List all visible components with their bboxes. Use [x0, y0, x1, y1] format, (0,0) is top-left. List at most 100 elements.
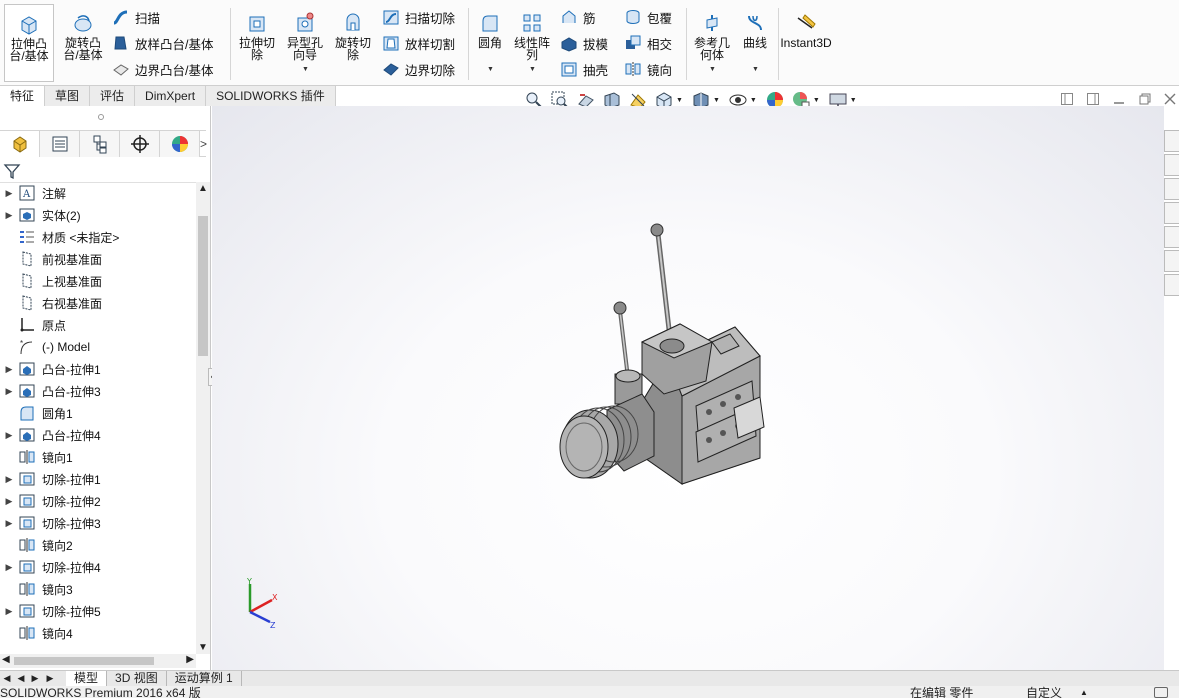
panel-expand-icon[interactable]: > — [200, 131, 207, 156]
task-pane-custom-properties-icon[interactable] — [1164, 250, 1179, 272]
curves-dropdown-icon[interactable]: ▼ — [752, 64, 759, 76]
fillet-button[interactable]: 圆角 ▼ — [472, 4, 508, 82]
scroll-right-icon[interactable]: ▶ — [186, 654, 194, 665]
tab-dimxpert[interactable]: DimXpert — [135, 86, 207, 106]
revolve-boss-button[interactable]: 旋转凸 台/基体 — [58, 4, 108, 82]
draft-button[interactable]: 拔模 — [560, 33, 608, 53]
revolve-cut-button[interactable]: 旋转切 除 — [330, 4, 376, 82]
scroll-thumb[interactable] — [198, 216, 208, 356]
task-pane-home-icon[interactable] — [1164, 130, 1179, 152]
task-pane-view-palette-icon[interactable] — [1164, 202, 1179, 224]
tree-node[interactable]: 镜向4 — [0, 622, 196, 644]
tree-horizontal-scrollbar[interactable]: ◀ ▶ — [0, 654, 196, 668]
shell-button[interactable]: 抽壳 — [560, 59, 608, 79]
expand-arrow-icon[interactable]: ▶ — [0, 386, 18, 397]
status-help-icon[interactable] — [1154, 687, 1168, 698]
expand-arrow-icon[interactable]: ▶ — [0, 188, 18, 199]
tab-dimxpert-manager[interactable] — [120, 131, 160, 157]
scroll-up-icon[interactable]: ▲ — [198, 183, 208, 194]
tree-node[interactable]: 原点 — [0, 314, 196, 336]
tab-nav-next-icon[interactable]: ▶ — [28, 673, 42, 684]
tab-property-manager[interactable] — [40, 131, 80, 157]
boundary-boss-button[interactable]: 边界凸台/基体 — [112, 59, 213, 79]
minimize-icon[interactable] — [1112, 92, 1126, 106]
tab-motion-study-1[interactable]: 运动算例 1 — [166, 671, 242, 686]
linear-pattern-dropdown-icon[interactable]: ▼ — [529, 64, 536, 76]
tab-nav-prev-icon[interactable]: ◀ — [14, 673, 28, 684]
tab-sketch[interactable]: 草图 — [45, 86, 91, 106]
tree-node[interactable]: 圆角1 — [0, 402, 196, 424]
linear-pattern-button[interactable]: 线性阵 列 ▼ — [510, 4, 554, 82]
expand-arrow-icon[interactable]: ▶ — [0, 496, 18, 507]
tree-node[interactable]: 镜向1 — [0, 446, 196, 468]
expand-arrow-icon[interactable]: ▶ — [0, 430, 18, 441]
tree-node[interactable]: ▶ A 注解 — [0, 182, 196, 204]
hole-wizard-dropdown-icon[interactable]: ▼ — [302, 64, 309, 76]
swept-cut-button[interactable]: 扫描切除 — [382, 7, 455, 27]
loft-boss-button[interactable]: 放样凸台/基体 — [112, 33, 213, 53]
tree-node[interactable]: ▶ 凸台-拉伸1 — [0, 358, 196, 380]
tree-node[interactable]: * (-) Model — [0, 336, 196, 358]
tree-node[interactable]: ▶ 切除-拉伸3 — [0, 512, 196, 534]
sweep-button[interactable]: 扫描 — [112, 7, 160, 27]
tree-node[interactable]: 镜向2 — [0, 534, 196, 556]
wrap-button[interactable]: 包覆 — [624, 7, 672, 27]
hide-show-dropdown-icon[interactable]: ▼ — [750, 97, 757, 104]
view-orientation-dropdown-icon[interactable]: ▼ — [676, 97, 683, 104]
extrude-cut-button[interactable]: 拉伸切 除 — [234, 4, 280, 82]
tree-node[interactable]: ▶ 凸台-拉伸3 — [0, 380, 196, 402]
curves-button[interactable]: 曲线 ▼ — [736, 4, 774, 82]
status-custom-units[interactable]: 自定义 — [1026, 686, 1062, 698]
tab-evaluate[interactable]: 评估 — [90, 86, 136, 106]
task-pane-design-library-icon[interactable] — [1164, 154, 1179, 176]
tree-node[interactable]: ▶ 切除-拉伸4 — [0, 556, 196, 578]
tab-3d-views[interactable]: 3D 视图 — [107, 671, 167, 686]
hscroll-thumb[interactable] — [14, 657, 154, 665]
tab-solidworks-addins[interactable]: SOLIDWORKS 插件 — [206, 86, 336, 106]
tile-left-icon[interactable] — [1060, 92, 1074, 106]
scroll-left-icon[interactable]: ◀ — [2, 654, 10, 665]
instant3d-button[interactable]: Instant3D — [780, 4, 832, 82]
tab-nav-last-icon[interactable]: ▶ — [42, 673, 58, 684]
scroll-down-icon[interactable]: ▼ — [198, 642, 208, 653]
expand-arrow-icon[interactable]: ▶ — [0, 562, 18, 573]
graphics-area[interactable]: Y X Z — [212, 106, 1164, 670]
tree-node[interactable]: ▶ 凸台-拉伸4 — [0, 424, 196, 446]
expand-arrow-icon[interactable]: ▶ — [0, 606, 18, 617]
restore-icon[interactable] — [1138, 92, 1152, 106]
view-settings-dropdown-icon[interactable]: ▼ — [850, 97, 857, 104]
tree-node[interactable]: ▶ 切除-拉伸2 — [0, 490, 196, 512]
task-pane-forum-icon[interactable] — [1164, 274, 1179, 296]
filter-icon[interactable] — [3, 162, 21, 180]
tree-filter[interactable] — [0, 159, 206, 183]
tab-display-manager[interactable] — [160, 131, 200, 157]
tree-node[interactable]: 材质 <未指定> — [0, 226, 196, 248]
tree-node[interactable]: ▶ 切除-拉伸1 — [0, 468, 196, 490]
tab-model[interactable]: 模型 — [66, 671, 108, 686]
fillet-dropdown-icon[interactable]: ▼ — [487, 64, 494, 76]
tree-node[interactable]: 镜向3 — [0, 578, 196, 600]
tree-node[interactable]: ▶ 实体(2) — [0, 204, 196, 226]
tab-configuration-manager[interactable] — [80, 131, 120, 157]
tree-node[interactable]: ▶ 切除-拉伸5 — [0, 600, 196, 622]
task-pane-file-explorer-icon[interactable] — [1164, 178, 1179, 200]
tree-node[interactable]: 右视基准面 — [0, 292, 196, 314]
intersect-button[interactable]: 相交 — [624, 33, 672, 53]
expand-arrow-icon[interactable]: ▶ — [0, 474, 18, 485]
tree-vertical-scrollbar[interactable]: ▲ ▼ — [196, 182, 210, 654]
boundary-cut-button[interactable]: 边界切除 — [382, 59, 455, 79]
tab-nav-first-icon[interactable]: ◀ — [0, 673, 14, 684]
apply-scene-dropdown-icon[interactable]: ▼ — [813, 97, 820, 104]
panel-splitter-dot[interactable] — [98, 114, 104, 120]
lofted-cut-button[interactable]: 放样切割 — [382, 33, 455, 53]
expand-arrow-icon[interactable]: ▶ — [0, 210, 18, 221]
tab-features[interactable]: 特征 — [0, 86, 46, 106]
reference-geometry-button[interactable]: 参考几 何体 ▼ — [690, 4, 734, 82]
hole-wizard-button[interactable]: 异型孔 向导 ▼ — [282, 4, 328, 82]
tab-feature-manager[interactable] — [0, 131, 40, 157]
tree-node[interactable]: 前视基准面 — [0, 248, 196, 270]
tile-right-icon[interactable] — [1086, 92, 1100, 106]
extrude-boss-button[interactable]: 拉伸凸 台/基体 — [4, 4, 54, 82]
units-dropdown-icon[interactable]: ▲ — [1080, 686, 1088, 698]
expand-arrow-icon[interactable]: ▶ — [0, 518, 18, 529]
